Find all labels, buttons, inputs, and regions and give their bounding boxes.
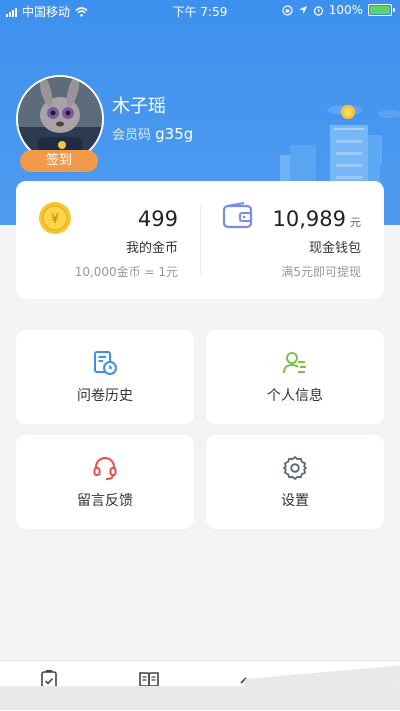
status-bar: 中国移动 下午 7:59 100% bbox=[0, 0, 400, 22]
survey-history-icon bbox=[94, 351, 117, 375]
battery-icon bbox=[368, 4, 395, 16]
svg-text:¥: ¥ bbox=[51, 212, 59, 227]
avatar-image bbox=[18, 77, 102, 161]
cash-unit: 元 bbox=[350, 216, 361, 229]
checkin-button[interactable]: 签到 bbox=[20, 150, 98, 172]
headset-icon bbox=[93, 457, 117, 480]
coin-label[interactable]: 我的金币 bbox=[126, 237, 178, 256]
wallet-divider bbox=[200, 203, 201, 277]
member-code-row: 会员码 g35g bbox=[112, 124, 193, 143]
member-code-value: g35g bbox=[155, 125, 194, 143]
coin-balance[interactable]: 499 bbox=[138, 207, 178, 231]
location-icon bbox=[298, 6, 307, 14]
cash-amount: 10,989 bbox=[272, 207, 346, 231]
cash-balance[interactable]: 10,989 元 bbox=[273, 207, 361, 231]
wallet-card: ¥ 499 我的金币 10,000金币 = 1元 10,989 元 现金钱包 满5… bbox=[16, 181, 384, 299]
coin-exchange-rate: 10,000金币 = 1元 bbox=[74, 265, 178, 279]
wallet-icon bbox=[222, 202, 253, 229]
tab-bar-occlusion-bottom bbox=[0, 686, 400, 710]
user-info-icon bbox=[283, 352, 306, 374]
cash-label[interactable]: 现金钱包 bbox=[309, 237, 361, 256]
settings-label: 设置 bbox=[281, 493, 309, 509]
alarm-icon bbox=[313, 5, 323, 16]
withdraw-note: 满5元即可提现 bbox=[281, 265, 361, 279]
settings-tile[interactable]: 设置 bbox=[206, 435, 384, 529]
gear-icon bbox=[283, 456, 307, 480]
username: 木子瑶 bbox=[112, 96, 166, 117]
feedback-tile[interactable]: 留言反馈 bbox=[16, 435, 194, 529]
user-info-tile[interactable]: 个人信息 bbox=[206, 330, 384, 424]
feedback-label: 留言反馈 bbox=[77, 493, 133, 509]
user-info-label: 个人信息 bbox=[267, 388, 323, 404]
coin-icon: ¥ bbox=[39, 202, 71, 234]
survey-history-tile[interactable]: 问卷历史 bbox=[16, 330, 194, 424]
member-code-label: 会员码 bbox=[112, 128, 152, 143]
survey-history-label: 问卷历史 bbox=[77, 388, 133, 404]
orientation-lock-icon bbox=[282, 4, 293, 16]
battery-percent: 100% bbox=[328, 3, 363, 17]
